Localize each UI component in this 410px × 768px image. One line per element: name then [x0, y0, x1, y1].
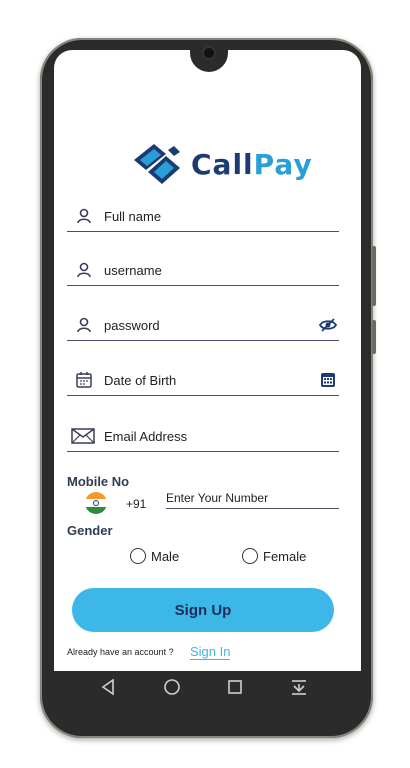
- screen: [54, 50, 361, 671]
- gender-option-female: Female: [263, 549, 307, 564]
- gender-option-male: Male: [151, 549, 180, 564]
- password-placeholder: password: [104, 318, 160, 333]
- email-field[interactable]: Email Address: [67, 423, 339, 452]
- password-field[interactable]: password: [67, 312, 339, 341]
- mobile-number-input[interactable]: Enter Your Number: [166, 488, 339, 509]
- dob-field[interactable]: Date of Birth: [67, 367, 339, 396]
- signup-button[interactable]: Sign Up: [72, 588, 334, 632]
- eye-off-icon[interactable]: [318, 316, 338, 334]
- radio-male[interactable]: [130, 548, 146, 564]
- camera-icon: [204, 48, 214, 58]
- dob-placeholder: Date of Birth: [104, 373, 177, 388]
- person-icon: [75, 207, 93, 225]
- email-placeholder: Email Address: [104, 429, 188, 444]
- username-placeholder: username: [104, 263, 162, 278]
- power-button: [372, 320, 376, 354]
- home-icon[interactable]: [163, 678, 181, 700]
- signin-link[interactable]: Sign In: [190, 645, 231, 660]
- person-icon: [75, 316, 93, 334]
- app-name: CallPay: [191, 148, 313, 181]
- gender-label: Gender: [67, 523, 113, 538]
- app-logo: [132, 140, 184, 193]
- full-name-placeholder: Full name: [104, 209, 162, 224]
- radio-female[interactable]: [242, 548, 258, 564]
- mobile-label: Mobile No: [67, 474, 130, 489]
- volume-button: [372, 246, 376, 306]
- person-icon: [75, 261, 93, 279]
- back-icon[interactable]: [100, 678, 116, 700]
- app-name-part2: Pay: [253, 148, 313, 181]
- notification-pull-icon[interactable]: [290, 678, 308, 700]
- india-flag-icon[interactable]: [85, 492, 107, 514]
- username-field[interactable]: username: [67, 257, 339, 286]
- country-code: +91: [126, 497, 147, 511]
- already-account-text: Already have an account ?: [67, 647, 174, 657]
- app-name-part1: Call: [191, 148, 254, 181]
- calendar-picker-icon[interactable]: [319, 371, 337, 389]
- calendar-icon: [75, 371, 93, 389]
- envelope-icon: [71, 427, 95, 445]
- recents-icon[interactable]: [227, 678, 243, 700]
- mobile-number-placeholder: Enter Your Number: [166, 491, 269, 505]
- full-name-field[interactable]: Full name: [67, 203, 339, 232]
